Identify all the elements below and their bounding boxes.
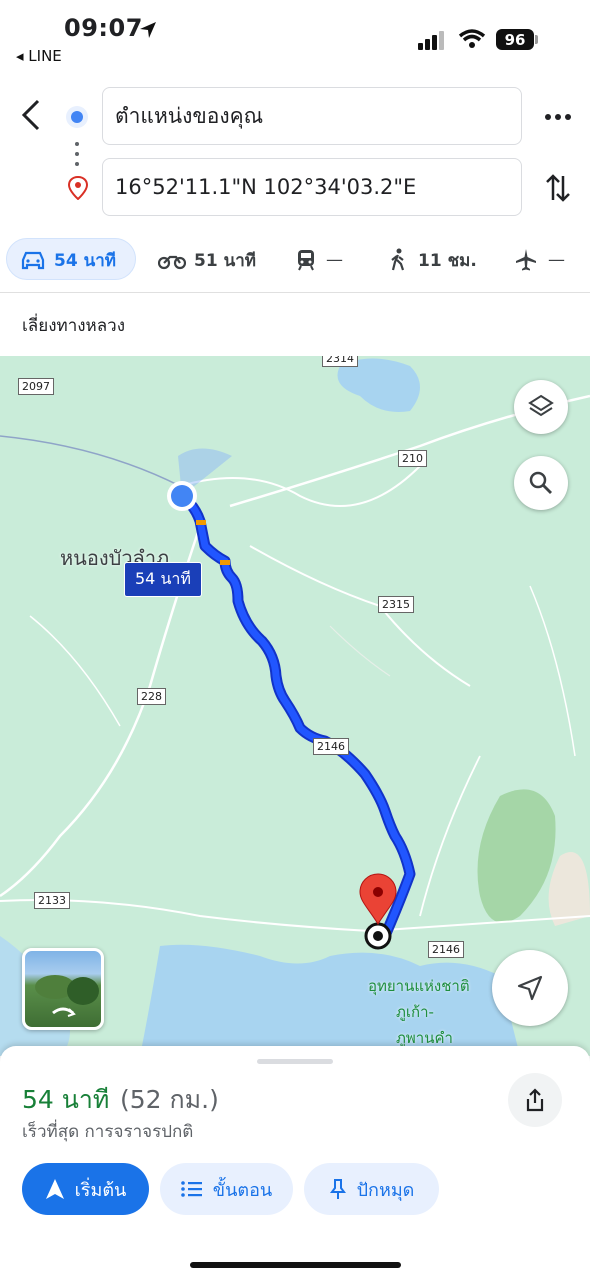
sheet-handle[interactable] bbox=[257, 1059, 333, 1064]
tab-motorcycle[interactable]: 51 นาที bbox=[158, 240, 256, 280]
road-number: 2315 bbox=[378, 596, 414, 613]
route-time-callout[interactable]: 54 นาที bbox=[124, 562, 202, 597]
tab-drive-label: 54 นาที bbox=[54, 250, 116, 271]
route-distance: (52 กม.) bbox=[120, 1085, 219, 1114]
wifi-icon bbox=[458, 29, 486, 48]
destination-input[interactable]: 16°52'11.1"N 102°34'03.2"E bbox=[102, 158, 522, 216]
navigate-icon bbox=[45, 1179, 64, 1199]
pin-button-label: ปักหมุด bbox=[356, 1179, 415, 1201]
origin-dot-icon bbox=[66, 106, 88, 128]
more-options-icon[interactable] bbox=[544, 108, 572, 126]
tab-flight[interactable]: — bbox=[514, 240, 565, 280]
list-icon bbox=[180, 1181, 202, 1197]
road-number: 228 bbox=[137, 688, 166, 705]
back-arrow-icon[interactable] bbox=[18, 98, 44, 132]
tab-walk-label: 11 ชม. bbox=[418, 250, 477, 271]
tab-drive[interactable]: 54 นาที bbox=[20, 240, 116, 280]
recenter-button[interactable] bbox=[492, 950, 568, 1026]
home-indicator[interactable] bbox=[190, 1262, 401, 1268]
walk-icon bbox=[391, 248, 405, 271]
search-icon bbox=[529, 471, 552, 494]
avoid-highways-option[interactable]: เลี่ยงทางหลวง bbox=[22, 312, 125, 339]
road-number: 2133 bbox=[34, 892, 70, 909]
tab-transit[interactable]: — bbox=[296, 240, 343, 280]
car-icon bbox=[21, 251, 45, 270]
tab-motorcycle-label: 51 นาที bbox=[194, 250, 256, 271]
road-number: 210 bbox=[398, 450, 427, 467]
pin-icon bbox=[329, 1179, 346, 1199]
tab-transit-label: — bbox=[326, 250, 343, 270]
layers-icon bbox=[528, 394, 554, 417]
start-button[interactable]: เริ่มต้น bbox=[22, 1163, 149, 1215]
back-to-app-link[interactable]: ◂ LINE bbox=[16, 47, 62, 65]
tab-flight-label: — bbox=[548, 250, 565, 270]
signal-icon bbox=[418, 31, 444, 50]
header-divider bbox=[0, 292, 590, 293]
route-dots-icon bbox=[75, 142, 79, 166]
road-number: 2146 bbox=[313, 738, 349, 755]
battery-tip bbox=[535, 35, 538, 44]
plane-icon bbox=[516, 249, 536, 271]
pin-button[interactable]: ปักหมุด bbox=[304, 1163, 439, 1215]
battery-indicator: 96 bbox=[496, 29, 534, 50]
navigation-arrow-icon bbox=[517, 975, 543, 1001]
motorcycle-icon bbox=[158, 255, 186, 270]
steps-button-label: ขั้นตอน bbox=[212, 1179, 273, 1201]
road-number: 2146 bbox=[428, 941, 464, 958]
start-button-label: เริ่มต้น bbox=[74, 1179, 127, 1201]
tab-walk[interactable]: 11 ชม. bbox=[388, 240, 477, 280]
street-view-icon bbox=[35, 975, 99, 1017]
origin-input[interactable]: ตำแหน่งของคุณ bbox=[102, 87, 522, 145]
steps-button[interactable]: ขั้นตอน bbox=[160, 1163, 293, 1215]
swap-icon[interactable] bbox=[544, 172, 572, 204]
share-icon bbox=[526, 1088, 544, 1112]
search-button[interactable] bbox=[514, 456, 568, 510]
street-view-thumbnail[interactable] bbox=[22, 948, 104, 1030]
map-view[interactable]: 2314 2097 210 2315 228 2146 2133 2146 หน… bbox=[0, 356, 590, 1056]
share-button[interactable] bbox=[508, 1073, 562, 1127]
road-number: 2314 bbox=[322, 356, 358, 367]
status-time: 09:07 bbox=[64, 14, 143, 42]
park-label-line1: อุทยานแห่งชาติ bbox=[368, 977, 470, 995]
route-duration: 54 นาที bbox=[22, 1085, 110, 1114]
location-arrow-icon bbox=[140, 22, 156, 38]
layers-button[interactable] bbox=[514, 380, 568, 434]
park-label-line2: ภูเก้า- bbox=[396, 1003, 434, 1021]
destination-pin-icon bbox=[68, 176, 88, 200]
route-note: เร็วที่สุด การจราจรปกติ bbox=[22, 1122, 194, 1142]
train-icon bbox=[298, 250, 314, 271]
road-number: 2097 bbox=[18, 378, 54, 395]
